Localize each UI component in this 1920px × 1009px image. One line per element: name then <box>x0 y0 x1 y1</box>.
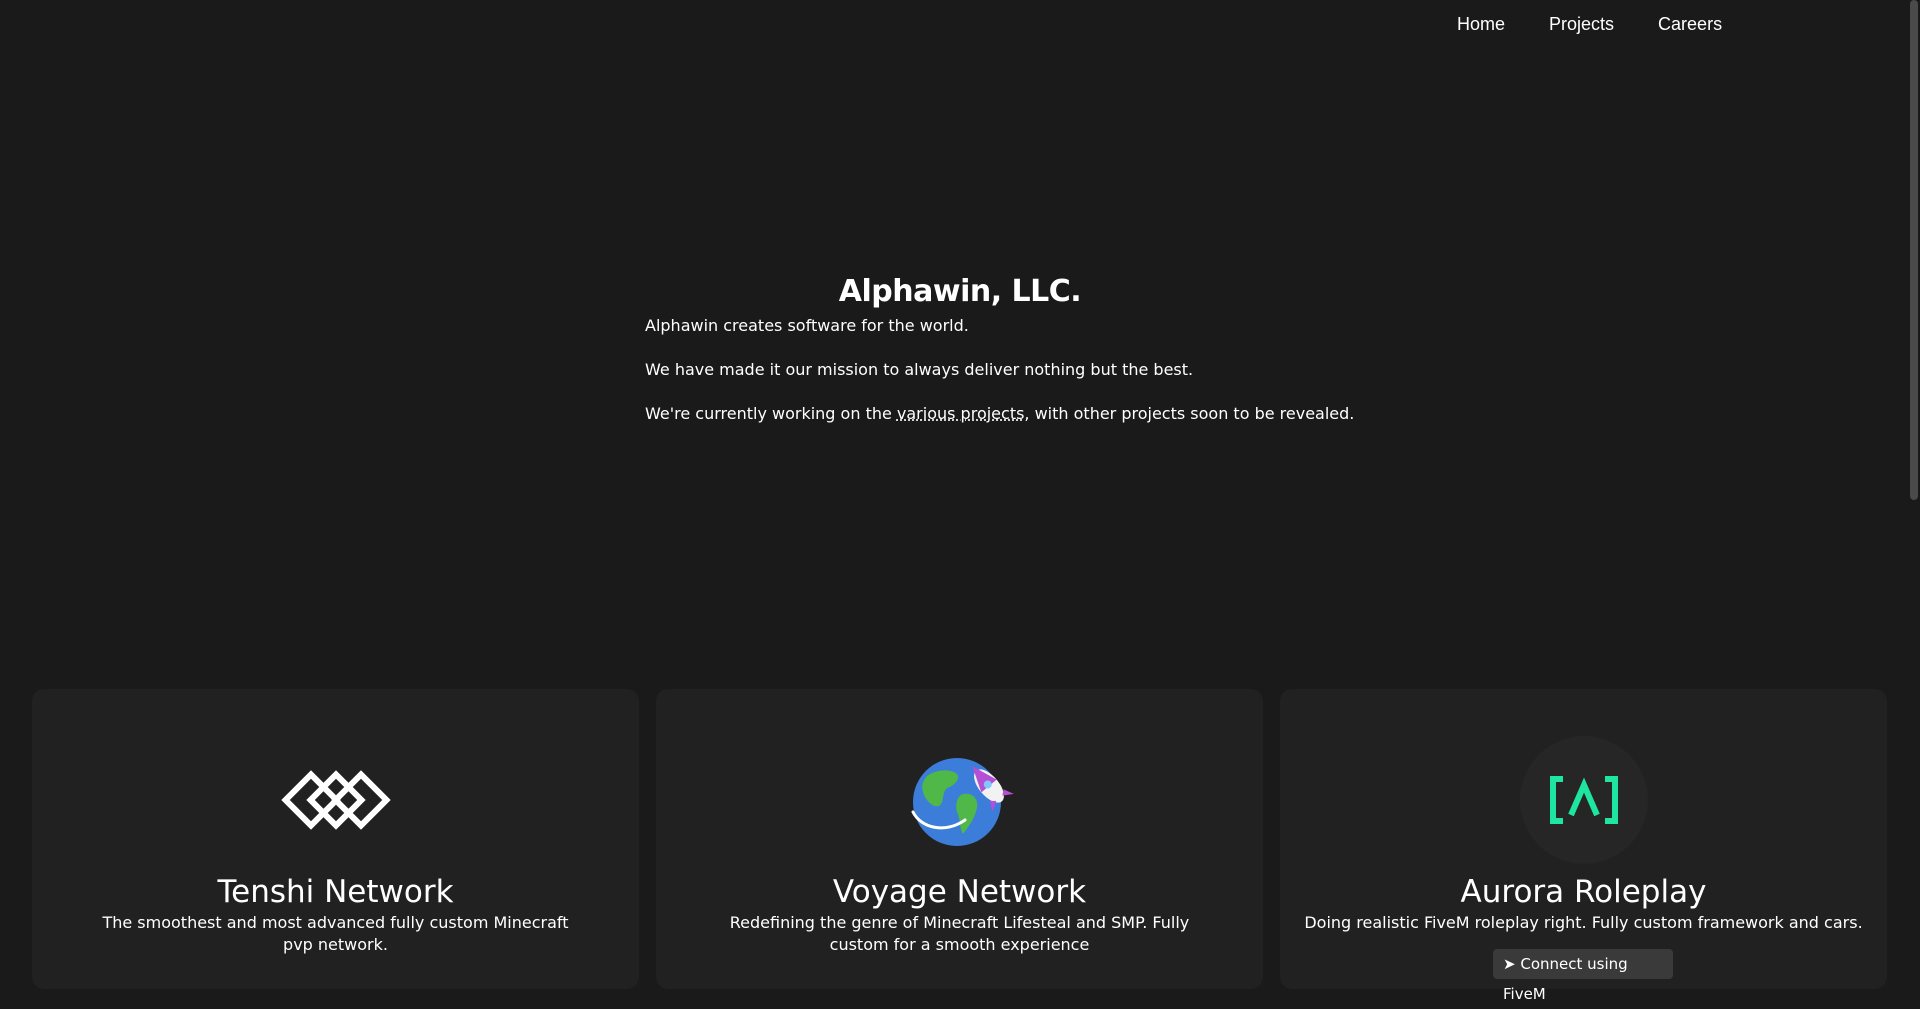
hero-mission: We have made it our mission to always de… <box>645 360 1194 379</box>
project-description: Redefining the genre of Minecraft Lifest… <box>729 913 1190 954</box>
top-nav: Home Projects Careers <box>0 0 1920 52</box>
project-title: Aurora Roleplay <box>1460 874 1707 910</box>
nav-careers-link[interactable]: Careers <box>1658 14 1722 35</box>
project-card-aurora[interactable]: Aurora Roleplay Doing realistic FiveM ro… <box>1280 689 1887 1003</box>
diamond-chain-icon <box>271 735 401 865</box>
project-card-tenshi[interactable]: Tenshi Network The smoothest and most ad… <box>32 689 639 989</box>
project-description: The smoothest and most advanced fully cu… <box>102 913 569 954</box>
globe-rocket-icon <box>895 735 1025 865</box>
page-title: Alphawin, LLC. <box>838 274 1082 309</box>
hero-tagline: Alphawin creates software for the world. <box>645 316 969 335</box>
project-title: Tenshi Network <box>217 874 454 910</box>
hero-projects-text-after: , with other projects soon to be reveale… <box>1024 404 1355 423</box>
page-scrollbar[interactable] <box>1908 0 1920 961</box>
project-title: Voyage Network <box>832 874 1087 910</box>
various-projects-link[interactable]: various projects <box>897 404 1025 423</box>
project-cards: Tenshi Network The smoothest and most ad… <box>32 689 1887 1003</box>
project-description: Doing realistic FiveM roleplay right. Fu… <box>1304 913 1863 932</box>
hero-section: Alphawin, LLC. Alphawin creates software… <box>645 274 1354 447</box>
scrollbar-thumb[interactable] <box>1910 0 1918 500</box>
nav-projects-link[interactable]: Projects <box>1549 14 1614 35</box>
hero-projects-text: We're currently working on the various p… <box>645 403 1354 425</box>
nav-links: Home Projects Careers <box>1457 14 1766 35</box>
aurora-logo <box>1519 735 1649 865</box>
connect-fivem-button[interactable]: ➤ Connect using FiveM <box>1493 949 1673 1003</box>
nav-home-link[interactable]: Home <box>1457 14 1505 35</box>
send-icon: ➤ <box>1503 955 1521 973</box>
connect-fivem-label: Connect using FiveM <box>1503 955 1628 1003</box>
bracket-caret-icon <box>1519 736 1648 864</box>
hero-projects-text-before: We're currently working on the <box>645 404 897 423</box>
project-card-voyage[interactable]: Voyage Network Redefining the genre of M… <box>656 689 1263 989</box>
